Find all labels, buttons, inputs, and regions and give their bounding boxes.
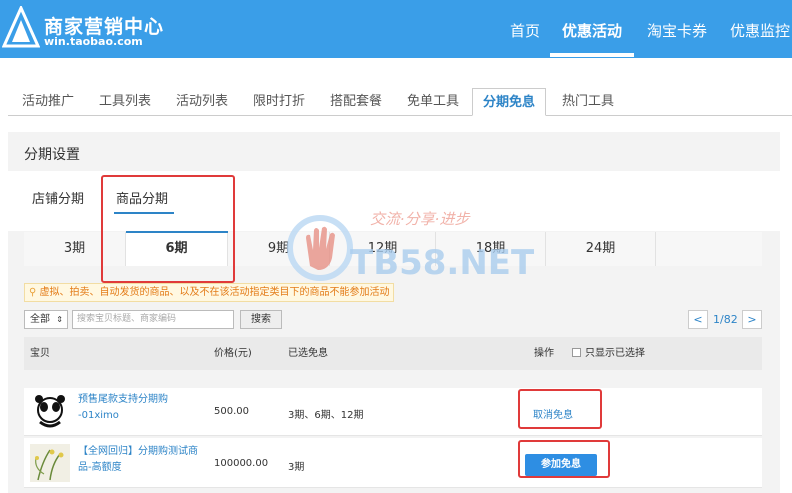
next-page-button[interactable]: >: [742, 310, 762, 329]
only-selected-checkbox[interactable]: [572, 348, 581, 357]
tab-installment[interactable]: 分期免息: [472, 88, 547, 116]
period-empty-cell: [656, 232, 762, 266]
brand-url: win.taobao.com: [44, 35, 143, 48]
tab-hot-tools[interactable]: 热门工具: [562, 88, 614, 116]
period-12[interactable]: 12期: [330, 232, 436, 266]
product-price: 500.00: [214, 406, 249, 417]
product-name[interactable]: 【全网回归】分期购测试商品-高额度: [78, 444, 200, 476]
nav-home[interactable]: 首页: [510, 0, 540, 58]
category-select-value: 全部: [30, 314, 50, 325]
table-header: [24, 337, 762, 370]
subtab-store-installment[interactable]: 店铺分期: [32, 188, 84, 207]
product-name[interactable]: 预售尾款支持分期购 -01ximo: [78, 392, 200, 424]
col-item: 宝贝: [30, 348, 50, 359]
period-24[interactable]: 24期: [546, 232, 656, 266]
only-selected-label: 只显示已选择: [585, 348, 645, 359]
col-price: 价格(元): [214, 348, 252, 359]
highlight-cancel-action: [518, 389, 602, 429]
category-select[interactable]: 全部 ⇕: [24, 310, 68, 329]
nav-monitor[interactable]: 优惠监控: [730, 0, 790, 58]
tab-tool-list[interactable]: 工具列表: [99, 88, 151, 116]
restriction-notice: ⚲ 虚拟、拍卖、自动发货的商品、以及不在该活动指定类目下的商品不能参加活动: [24, 283, 394, 302]
tab-bundle[interactable]: 搭配套餐: [330, 88, 382, 116]
search-input[interactable]: 搜索宝贝标题、商家编码: [72, 310, 234, 329]
product-periods: 3期: [288, 462, 305, 473]
updown-icon: ⇕: [56, 315, 63, 324]
highlight-join-action: [518, 440, 610, 478]
notice-text: 虚拟、拍卖、自动发货的商品、以及不在该活动指定类目下的商品不能参加活动: [39, 287, 390, 298]
period-18[interactable]: 18期: [436, 232, 546, 266]
product-thumbnail: [30, 392, 70, 430]
tab-flash-discount[interactable]: 限时打折: [253, 88, 305, 116]
product-periods: 3期、6期、12期: [288, 410, 364, 421]
nav-coupons[interactable]: 淘宝卡券: [647, 0, 707, 58]
prev-page-button[interactable]: <: [688, 310, 708, 329]
highlight-item-installment: [101, 175, 235, 283]
nav-promotions[interactable]: 优惠活动: [562, 0, 622, 58]
product-price: 100000.00: [214, 458, 269, 469]
search-button[interactable]: 搜索: [240, 310, 282, 329]
tab-free-order[interactable]: 免单工具: [407, 88, 459, 116]
only-selected-toggle[interactable]: 只显示已选择: [572, 337, 645, 370]
panel-title: 分期设置: [24, 147, 80, 163]
tab-activity-list[interactable]: 活动列表: [176, 88, 228, 116]
col-action: 操作: [534, 348, 554, 359]
product-thumbnail: [30, 444, 70, 482]
top-header: 商家营销中心 win.taobao.com 首页 优惠活动 淘宝卡券 优惠监控: [0, 0, 792, 58]
tab-promotion[interactable]: 活动推广: [22, 88, 74, 116]
logo-icon: [2, 6, 40, 48]
pin-icon: ⚲: [29, 287, 37, 298]
period-9[interactable]: 9期: [228, 232, 330, 266]
nav-active-indicator: [550, 53, 634, 57]
page-indicator: 1/82: [713, 313, 738, 326]
col-chosen: 已选免息: [288, 348, 328, 359]
